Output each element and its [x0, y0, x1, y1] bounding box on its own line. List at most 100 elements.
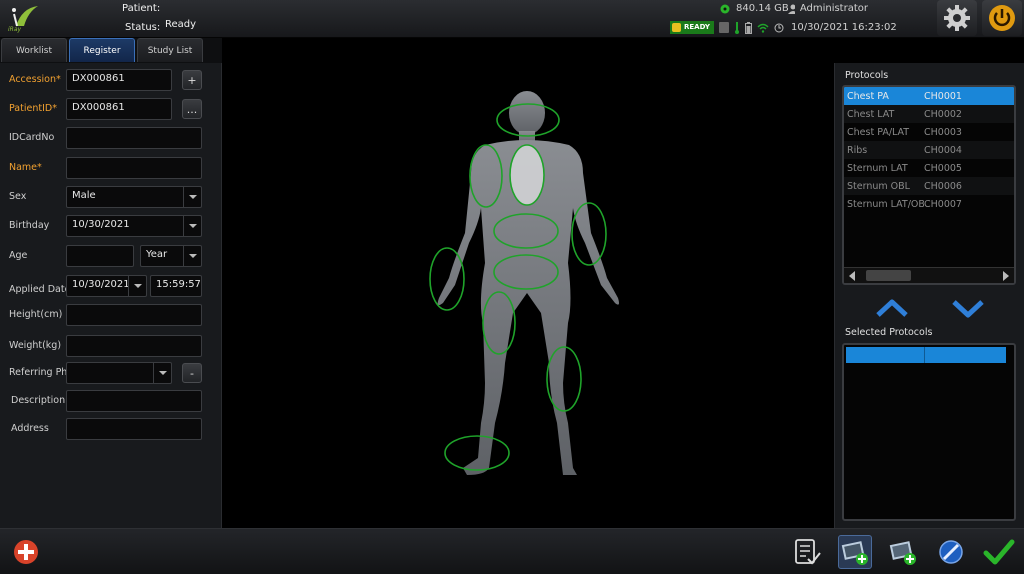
add-accession-button[interactable]: +: [182, 70, 202, 90]
protocol-row[interactable]: Chest PA CH0001: [844, 87, 1014, 105]
status-value: Ready: [165, 19, 197, 30]
datetime: 10/30/2021 16:23:02: [790, 22, 897, 33]
remove-referring-button[interactable]: -: [182, 363, 202, 383]
move-down-button[interactable]: [951, 298, 985, 318]
cancel-button[interactable]: [934, 535, 968, 569]
main-tabs: Worklist Register Study List: [0, 38, 222, 63]
protocols-hscrollbar[interactable]: [844, 267, 1014, 283]
age-unit-select[interactable]: Year: [140, 245, 202, 267]
applied-date-row: Applied Date 10/30/2021 15:59:57: [0, 275, 222, 299]
applied-date-picker[interactable]: 10/30/2021: [66, 275, 147, 297]
name-field[interactable]: [66, 157, 202, 179]
protocol-code: CH0003: [924, 126, 962, 138]
height-field[interactable]: [66, 304, 202, 326]
chevron-down-icon: [183, 216, 201, 236]
wifi-icon: [757, 23, 769, 33]
referring-select[interactable]: [66, 362, 172, 384]
protocol-row[interactable]: Chest PA/LAT CH0003: [844, 123, 1014, 141]
detector-icon: [718, 22, 729, 33]
protocol-name: Chest PA/LAT: [847, 126, 910, 138]
sex-row: Sex Male: [0, 186, 222, 210]
sex-value: Male: [72, 190, 96, 201]
acquire-image-button[interactable]: [838, 535, 872, 569]
add-icon: [14, 540, 38, 564]
address-label: Address: [11, 423, 49, 434]
app-logo: iRay: [8, 4, 48, 36]
battery-icon: [744, 21, 752, 34]
description-row: Description: [0, 390, 222, 414]
height-row: Height(cm): [0, 304, 222, 328]
image-import-icon: [889, 541, 916, 565]
patient-label: Patient:: [122, 3, 161, 14]
power-button[interactable]: [982, 0, 1022, 36]
top-bar: iRay Patient: Status: Ready 840.14 GB Ad…: [0, 0, 1024, 38]
scroll-right-icon[interactable]: [1003, 271, 1009, 281]
patient-id-field[interactable]: DX000861: [66, 98, 172, 120]
birthday-picker[interactable]: 10/30/2021: [66, 215, 202, 237]
disk-free-text: 840.14 GB: [736, 3, 789, 14]
patient-id-browse-button[interactable]: ...: [182, 99, 202, 119]
user-icon: [788, 4, 795, 14]
referring-label: Referring Phy: [9, 367, 73, 378]
checklist-icon: [795, 539, 821, 565]
add-patient-button[interactable]: [9, 535, 43, 569]
protocol-row[interactable]: Sternum LAT/OBL CH0007: [844, 195, 1014, 213]
birthday-label: Birthday: [9, 220, 50, 231]
settings-button[interactable]: [937, 0, 977, 36]
zone-chest[interactable]: [509, 144, 545, 206]
status-label: Status:: [125, 22, 161, 33]
bottom-toolbar: [0, 528, 1024, 574]
chevron-down-icon: [153, 363, 171, 383]
chevron-down-icon: [183, 246, 201, 266]
selected-protocol-row[interactable]: [846, 347, 1006, 363]
protocol-name: Ribs: [847, 144, 868, 156]
birthday-row: Birthday 10/30/2021: [0, 215, 222, 239]
tab-study-list[interactable]: Study List: [137, 38, 203, 62]
patient-id-row: PatientID* DX000861 ...: [0, 98, 222, 122]
worklist-check-button[interactable]: [790, 535, 824, 569]
selected-protocols-title: Selected Protocols: [845, 327, 933, 338]
idcard-field[interactable]: [66, 127, 202, 149]
protocol-row[interactable]: Sternum OBL CH0006: [844, 177, 1014, 195]
age-row: Age Year: [0, 245, 222, 269]
scroll-left-icon[interactable]: [849, 271, 855, 281]
zone-right-hand[interactable]: [429, 247, 465, 311]
body-map: [429, 91, 619, 475]
move-up-button[interactable]: [875, 298, 909, 318]
protocols-list: Chest PA CH0001 Chest LAT CH0002 Chest PA/…: [842, 85, 1016, 285]
clock-icon: [774, 23, 784, 32]
import-image-button[interactable]: [886, 535, 920, 569]
power-icon: [989, 5, 1015, 31]
height-label: Height(cm): [9, 309, 63, 320]
sex-select[interactable]: Male: [66, 186, 202, 208]
protocol-row[interactable]: Sternum LAT CH0005: [844, 159, 1014, 177]
age-field[interactable]: [66, 245, 134, 267]
register-form: Accession* DX000861 + PatientID* DX00086…: [0, 63, 222, 528]
weight-field[interactable]: [66, 335, 202, 357]
idcard-label: IDCardNo: [9, 132, 55, 143]
body-map-canvas: [223, 63, 833, 528]
description-field[interactable]: [66, 390, 202, 412]
scroll-thumb[interactable]: [866, 270, 911, 281]
accession-row: Accession* DX000861 +: [0, 69, 222, 93]
chevron-down-icon: [128, 276, 146, 296]
weight-row: Weight(kg): [0, 335, 222, 359]
address-field[interactable]: [66, 418, 202, 440]
birthday-value: 10/30/2021: [72, 219, 130, 230]
tab-worklist[interactable]: Worklist: [1, 38, 67, 62]
ready-badge: READY: [670, 21, 714, 34]
confirm-button[interactable]: [982, 535, 1016, 569]
protocol-row[interactable]: Ribs CH0004: [844, 141, 1014, 159]
temperature-icon: [734, 21, 739, 34]
logo-text: iRay: [8, 26, 22, 33]
image-add-icon: [841, 541, 868, 565]
protocol-row[interactable]: Chest LAT CH0002: [844, 105, 1014, 123]
weight-label: Weight(kg): [9, 340, 62, 351]
applied-time-field[interactable]: 15:59:57: [150, 275, 202, 297]
accession-field[interactable]: DX000861: [66, 69, 172, 91]
protocol-name: Sternum LAT: [847, 162, 908, 174]
protocol-name: Chest PA: [847, 90, 889, 102]
user-name: Administrator: [799, 3, 868, 14]
idcard-row: IDCardNo: [0, 127, 222, 151]
tab-register[interactable]: Register: [69, 38, 135, 62]
